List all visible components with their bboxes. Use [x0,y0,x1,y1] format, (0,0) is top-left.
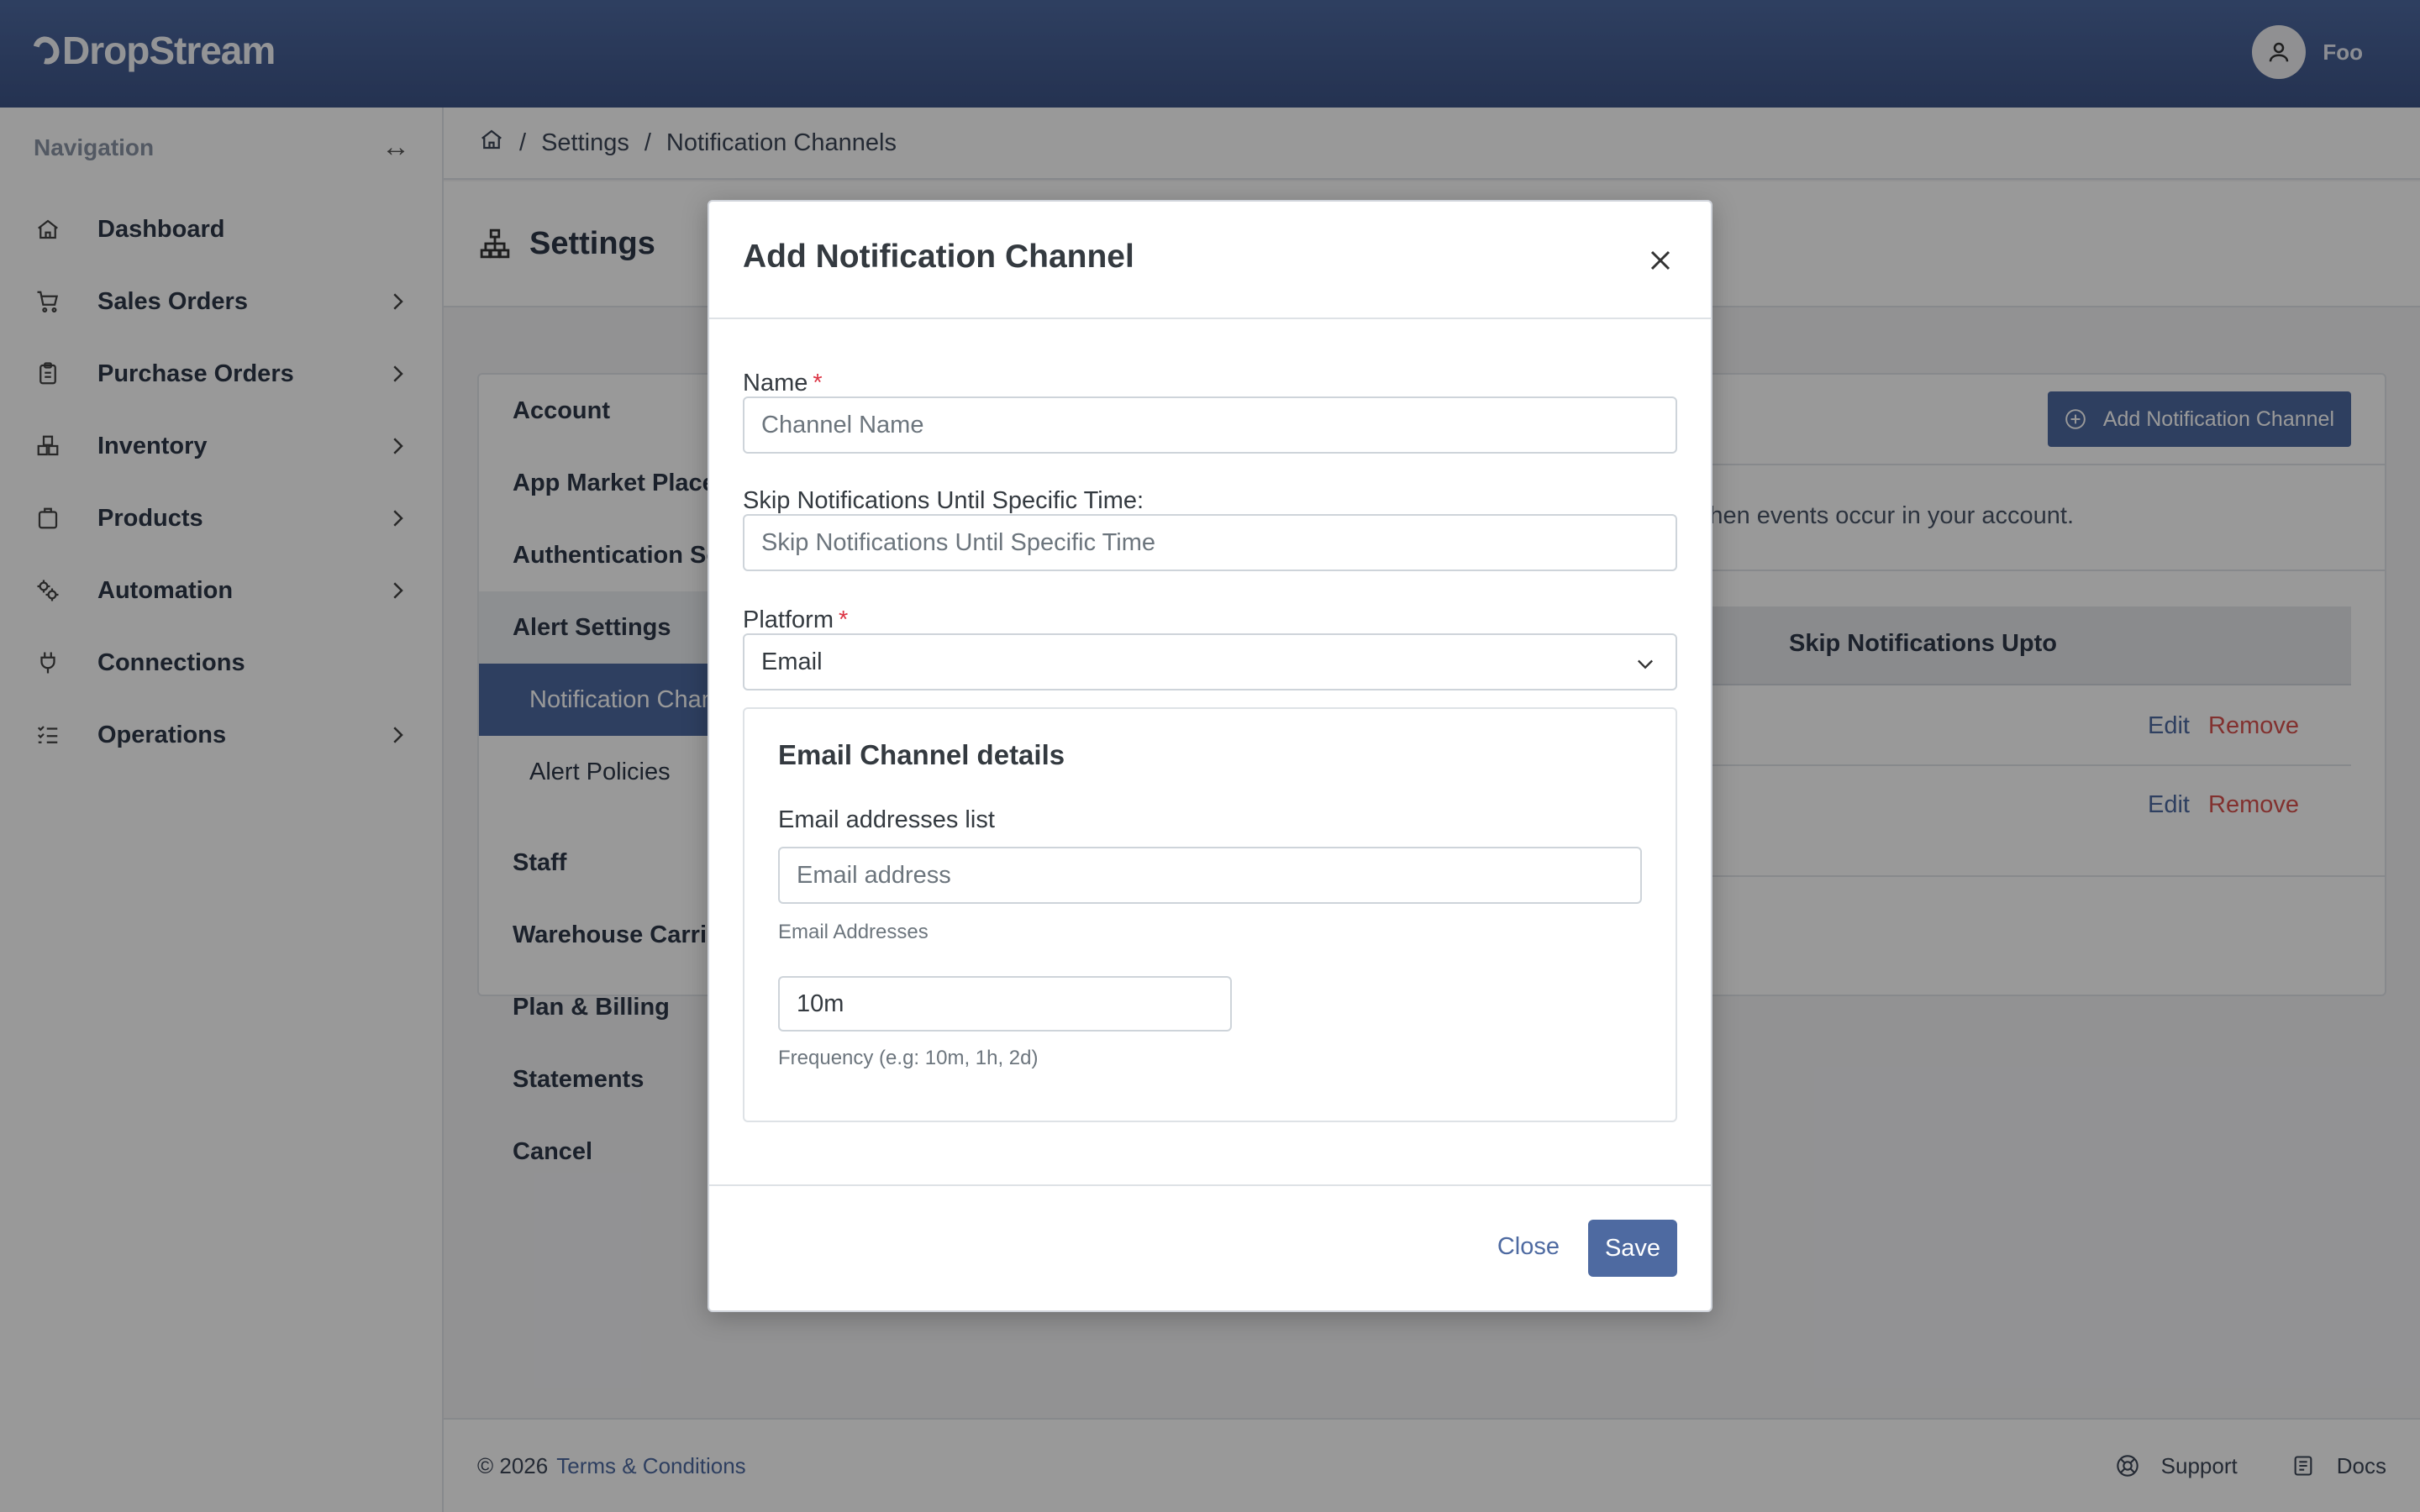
save-button[interactable]: Save [1588,1220,1677,1277]
modal-footer: Close Save [709,1184,1711,1310]
email-section-title: Email Channel details [778,739,1065,770]
email-address-input[interactable] [778,847,1642,904]
channel-name-input[interactable] [743,396,1677,454]
name-label-text: Name [743,370,808,396]
skip-until-input[interactable] [743,514,1677,571]
name-label: Name * [743,370,823,397]
modal-title: Add Notification Channel [743,239,1134,275]
platform-selected-value: Email [761,648,823,675]
email-channel-details: Email Channel details Email addresses li… [743,707,1677,1122]
chevron-down-icon [1638,659,1653,669]
close-button[interactable]: Close [1497,1223,1560,1271]
frequency-input[interactable] [778,976,1232,1032]
frequency-help: Frequency (e.g: 10m, 1h, 2d) [778,1047,1039,1069]
platform-select[interactable]: Email [743,633,1677,690]
modal-header: Add Notification Channel [709,202,1711,319]
skip-label: Skip Notifications Until Specific Time: [743,487,1144,514]
platform-label: Platform * [743,606,848,634]
email-list-label: Email addresses list [778,806,995,833]
add-notification-channel-modal: Add Notification Channel Name* Skip Noti… [708,200,1712,1312]
platform-label-text: Platform [743,606,834,633]
close-icon[interactable] [1644,244,1677,277]
required-marker: * [838,606,849,633]
required-marker: * [813,370,823,396]
email-addresses-help: Email Addresses [778,921,929,943]
